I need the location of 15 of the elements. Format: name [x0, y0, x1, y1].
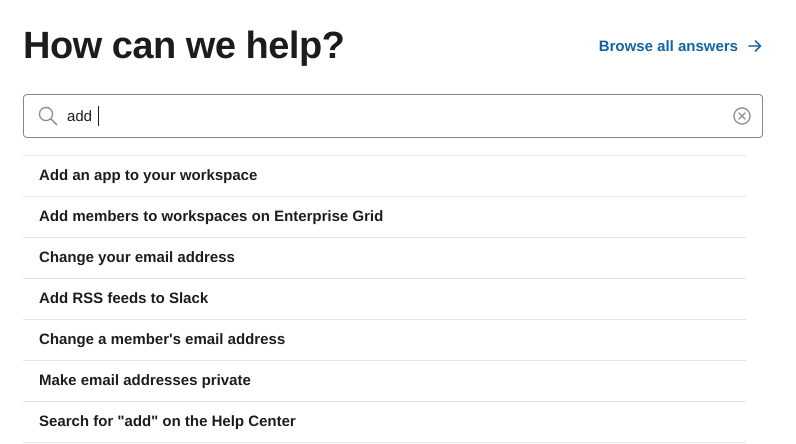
result-item[interactable]: Add RSS feeds to Slack — [23, 279, 746, 320]
page-title: How can we help? — [23, 24, 344, 69]
arrow-icon — [748, 40, 762, 52]
search-field[interactable]: add — [23, 94, 763, 138]
text-cursor — [98, 106, 100, 126]
result-item[interactable]: Change your email address — [23, 238, 746, 279]
result-item[interactable]: Add members to workspaces on Enterprise Grid — [23, 197, 746, 238]
result-item[interactable]: Change a member's email address — [23, 320, 746, 361]
search-icon — [38, 106, 58, 126]
result-item[interactable]: Add an app to your workspace — [23, 156, 746, 197]
search-query: add — [67, 108, 92, 124]
clear-icon[interactable] — [733, 107, 751, 125]
browse-link[interactable]: Browse all answers — [598, 38, 763, 54]
result-item[interactable]: Make email addresses private — [23, 361, 746, 402]
result-item[interactable]: Search for "add" on the Help Center — [23, 402, 746, 443]
